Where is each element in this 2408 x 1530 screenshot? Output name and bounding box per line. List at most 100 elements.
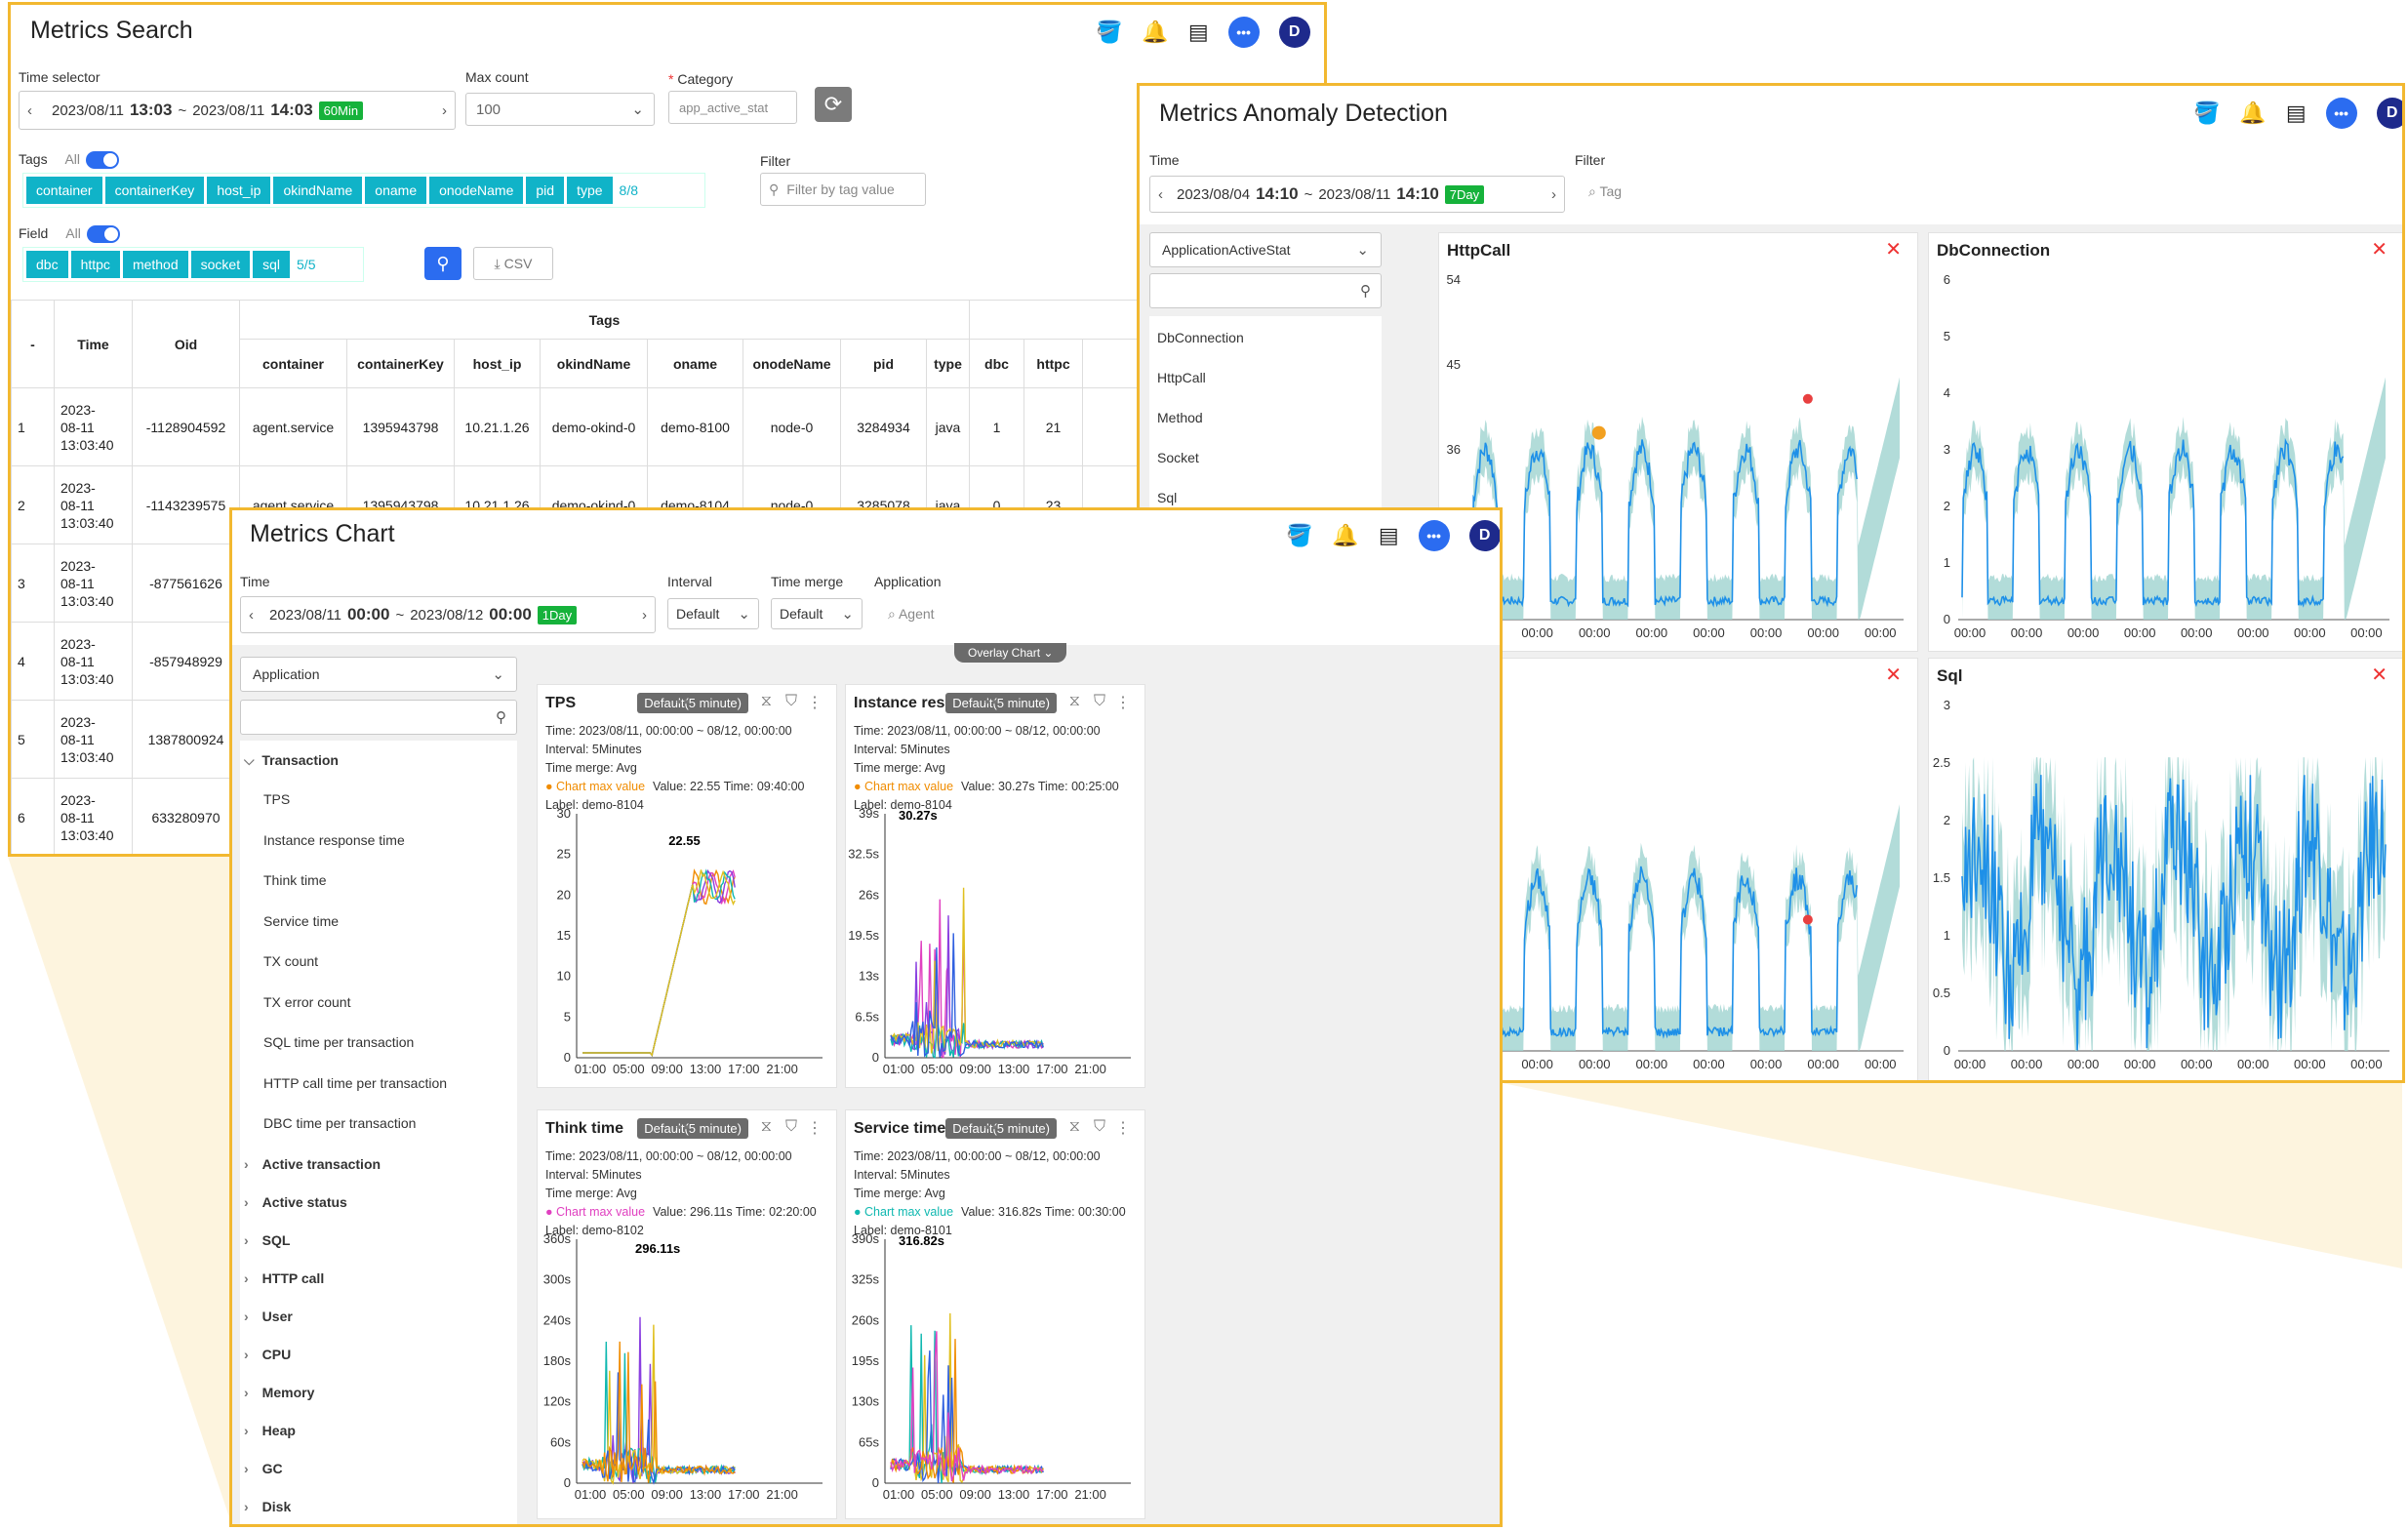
chevron-left-icon[interactable]: ‹ [27, 102, 32, 119]
field-chip[interactable]: dbc [26, 251, 68, 278]
metric-select[interactable]: ApplicationActiveStat ⌄ [1149, 232, 1382, 267]
nav-group[interactable]: › HTTP call [244, 1270, 324, 1286]
nav-item[interactable]: Service time [263, 913, 339, 929]
avatar[interactable]: D [2376, 98, 2402, 129]
nav-item[interactable]: HTTP call time per transaction [263, 1075, 447, 1091]
field-chip[interactable]: method [122, 251, 188, 278]
filter-icon[interactable]: ⛉ [785, 1118, 797, 1136]
category-input[interactable]: app_active_stat [668, 91, 797, 124]
paint-bucket-icon[interactable]: 🪣 [2193, 101, 2220, 126]
agent-filter[interactable]: ⌕ Agent [888, 606, 935, 623]
nav-group[interactable]: › CPU [244, 1347, 291, 1362]
overlay-chart-toggle[interactable]: Overlay Chart ⌄ [954, 643, 1067, 663]
field-all-toggle[interactable] [86, 225, 120, 244]
tag-chip[interactable]: type [567, 177, 613, 204]
metric-search-input[interactable]: ⚲ [240, 700, 517, 735]
hourglass-icon[interactable]: ⧖ [761, 1118, 772, 1136]
tag-chip[interactable]: oname [365, 177, 427, 204]
interval-pill[interactable]: Default(5 minute) [945, 1118, 1057, 1139]
field-chip[interactable]: httpc [70, 251, 120, 278]
search-button[interactable]: ⚲ [424, 247, 462, 280]
tags-all-toggle[interactable] [86, 151, 120, 170]
more-icon[interactable]: ⋮ [1115, 1118, 1131, 1138]
metric-list-item[interactable]: DbConnection [1157, 330, 1244, 345]
anomaly-marker[interactable] [1802, 393, 1813, 404]
tag-chip[interactable]: container [26, 177, 102, 204]
prev-next-icon[interactable]: ◂ ▸ [984, 1120, 998, 1133]
metric-list-item[interactable]: HttpCall [1157, 370, 1206, 385]
nav-group[interactable]: › User [244, 1309, 293, 1324]
hourglass-icon[interactable]: ⧖ [761, 693, 772, 710]
nav-item[interactable]: TX count [263, 953, 318, 969]
interval-pill[interactable]: Default(5 minute) [945, 693, 1057, 713]
nav-group[interactable]: › SQL [244, 1232, 290, 1248]
nav-group[interactable]: › Disk [244, 1499, 291, 1514]
close-icon[interactable]: ✕ [1885, 663, 1902, 687]
filter-icon[interactable]: ⛉ [785, 693, 797, 710]
chevron-left-icon[interactable]: ‹ [249, 607, 254, 624]
filter-icon[interactable]: ⛉ [1094, 1118, 1105, 1136]
nav-group[interactable]: › Memory [244, 1385, 314, 1400]
nav-group[interactable]: › GC [244, 1461, 283, 1476]
tag-chip[interactable]: pid [526, 177, 565, 204]
anomaly-marker[interactable] [1591, 425, 1606, 440]
prev-next-icon[interactable]: ◂ ▸ [984, 695, 998, 707]
close-icon[interactable]: ✕ [1885, 237, 1902, 262]
chevron-right-icon[interactable]: › [642, 607, 647, 624]
close-icon[interactable]: ✕ [2371, 237, 2388, 262]
document-icon[interactable]: ▤ [1379, 523, 1399, 548]
metric-list-item[interactable]: Sql [1157, 490, 1177, 505]
refresh-button[interactable]: ⟳ [815, 87, 852, 122]
nav-item[interactable]: TPS [263, 791, 290, 807]
metric-list-item[interactable]: Socket [1157, 450, 1199, 465]
metric-list-item[interactable]: Method [1157, 410, 1203, 425]
nav-group[interactable]: › Active status [244, 1194, 347, 1210]
more-icon[interactable]: ⋮ [1115, 693, 1131, 712]
nav-item[interactable]: Think time [263, 872, 327, 888]
anomaly-marker[interactable] [1802, 914, 1813, 925]
avatar[interactable]: D [1278, 17, 1310, 48]
nav-group-transaction[interactable]: ⌵ Transaction [244, 752, 339, 769]
tag-chip[interactable]: host_ip [207, 177, 271, 204]
paint-bucket-icon[interactable]: 🪣 [1286, 523, 1312, 548]
avatar[interactable]: D [1468, 520, 1500, 551]
table-row[interactable]: 1 2023- 08-11 13:03:40 -1128904592 agent.serv… [11, 387, 1324, 466]
application-select[interactable]: Application ⌄ [240, 657, 517, 692]
tag-chip[interactable]: onodeName [429, 177, 524, 204]
prev-next-icon[interactable]: ◂ ▸ [676, 1120, 690, 1133]
hourglass-icon[interactable]: ⧖ [1069, 693, 1080, 710]
chat-icon[interactable]: ••• [2325, 98, 2357, 129]
interval-pill[interactable]: Default(5 minute) [637, 693, 748, 713]
bell-icon[interactable]: 🔔 [1332, 523, 1358, 548]
nav-item[interactable]: TX error count [263, 994, 350, 1010]
filter-icon[interactable]: ⛉ [1094, 693, 1105, 710]
chat-icon[interactable]: ••• [1418, 520, 1450, 551]
time-range-picker[interactable]: ‹ 2023/08/11 00:00 ~ 2023/08/12 00:00 1D… [240, 596, 656, 633]
time-range-picker[interactable]: ‹ 2023/08/11 13:03 ~ 2023/08/11 14:03 60… [19, 91, 456, 130]
nav-item[interactable]: SQL time per transaction [263, 1034, 414, 1050]
metric-search-input[interactable]: ⚲ [1149, 273, 1382, 308]
chat-icon[interactable]: ••• [1227, 17, 1260, 48]
prev-next-icon[interactable]: ◂ ▸ [676, 695, 690, 707]
max-count-select[interactable]: 100 ⌄ [465, 93, 655, 126]
nav-group[interactable]: › Heap [244, 1423, 296, 1438]
tag-chip[interactable]: containerKey [104, 177, 205, 204]
document-icon[interactable]: ▤ [2286, 101, 2307, 126]
more-icon[interactable]: ⋮ [807, 1118, 823, 1138]
field-chip[interactable]: socket [190, 251, 251, 278]
csv-button[interactable]: ⤓ CSV [473, 247, 553, 280]
time-range-picker[interactable]: ‹ 2023/08/04 14:10 ~ 2023/08/11 14:10 7D… [1149, 176, 1565, 213]
chevron-right-icon[interactable]: › [1551, 186, 1556, 203]
nav-item[interactable]: Instance response time [263, 832, 405, 848]
nav-item[interactable]: DBC time per transaction [263, 1115, 416, 1131]
more-icon[interactable]: ⋮ [807, 693, 823, 712]
time-merge-select[interactable]: Default ⌄ [771, 598, 863, 629]
tag-chip[interactable]: okindName [273, 177, 363, 204]
paint-bucket-icon[interactable]: 🪣 [1096, 20, 1122, 45]
interval-select[interactable]: Default ⌄ [667, 598, 759, 629]
interval-pill[interactable]: Default(5 minute) [637, 1118, 748, 1139]
chevron-left-icon[interactable]: ‹ [1158, 186, 1163, 203]
bell-icon[interactable]: 🔔 [2239, 101, 2266, 126]
bell-icon[interactable]: 🔔 [1142, 20, 1168, 45]
field-chip[interactable]: sql [253, 251, 291, 278]
